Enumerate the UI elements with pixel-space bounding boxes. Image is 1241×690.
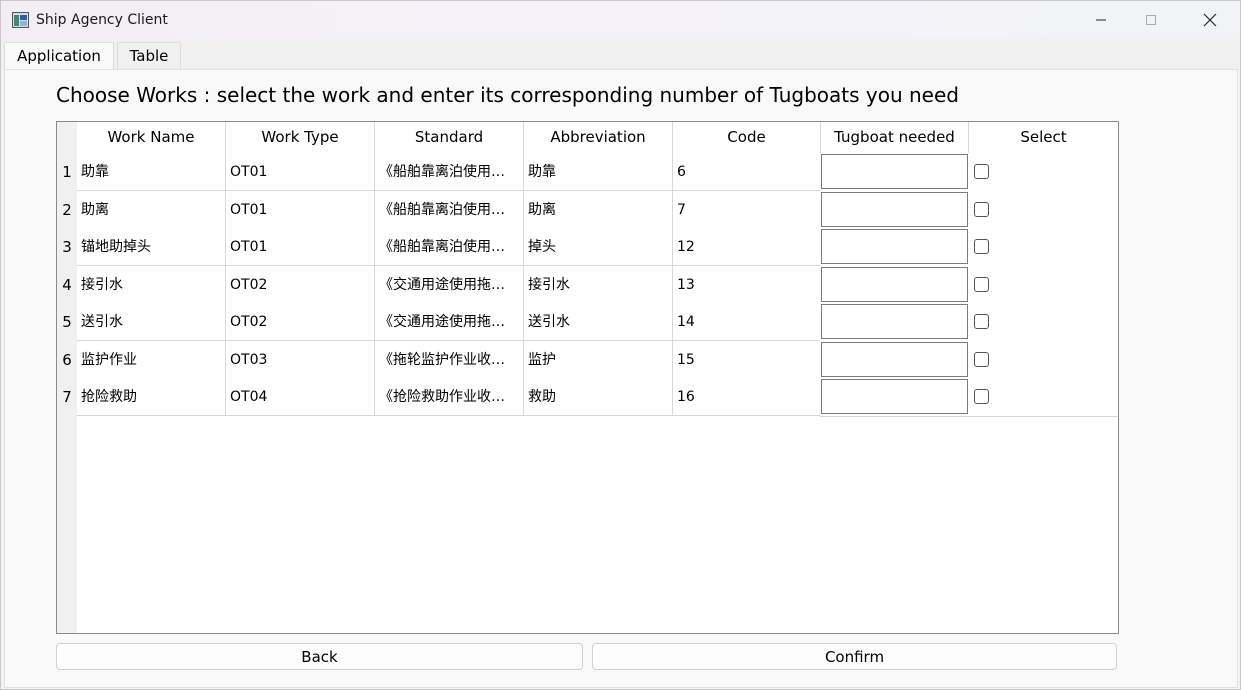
cell-abbreviation[interactable]: 监护 xyxy=(524,340,673,379)
minimize-button[interactable] xyxy=(1078,1,1124,39)
works-table[interactable]: Work Name Work Type Standard Abbreviatio… xyxy=(56,121,1119,634)
cell-work-name[interactable]: 助靠 xyxy=(77,153,226,191)
close-button[interactable] xyxy=(1187,1,1233,39)
cell-abbreviation[interactable]: 救助 xyxy=(524,378,673,416)
tab-table[interactable]: Table xyxy=(117,42,181,70)
cell-standard[interactable]: 《拖轮监护作业收… xyxy=(375,340,524,379)
content-panel: Choose Works : select the work and enter… xyxy=(4,69,1238,688)
cell-select xyxy=(969,190,1118,230)
cell-abbreviation[interactable]: 接引水 xyxy=(524,265,673,304)
cell-select xyxy=(969,228,1118,267)
confirm-button[interactable]: Confirm xyxy=(592,643,1117,670)
cell-work-type[interactable]: OT04 xyxy=(226,378,375,416)
tugboat-count-input[interactable] xyxy=(821,341,968,377)
row-number: 7 xyxy=(57,378,77,416)
cell-abbreviation[interactable]: 送引水 xyxy=(524,303,673,341)
cell-work-name[interactable]: 助离 xyxy=(77,190,226,229)
window-title: Ship Agency Client xyxy=(36,12,168,28)
select-checkbox[interactable] xyxy=(974,201,989,217)
select-checkbox[interactable] xyxy=(974,164,989,179)
tugboat-count-input[interactable] xyxy=(821,154,968,189)
row-number: 6 xyxy=(57,340,77,379)
tab-application[interactable]: Application xyxy=(4,42,114,70)
cell-work-name[interactable]: 送引水 xyxy=(77,303,226,341)
close-icon xyxy=(1203,13,1217,27)
cell-code[interactable]: 13 xyxy=(673,265,821,304)
cell-select xyxy=(969,153,1118,192)
table-row[interactable]: 2 助离 OT01 《船舶靠离泊使用… 助离 7 xyxy=(57,190,1118,230)
maximize-icon xyxy=(1146,15,1156,25)
select-checkbox[interactable] xyxy=(974,276,989,292)
page-heading: Choose Works : select the work and enter… xyxy=(56,83,959,107)
col-header-code[interactable]: Code xyxy=(673,122,821,153)
cell-code[interactable]: 12 xyxy=(673,228,821,266)
select-checkbox[interactable] xyxy=(974,314,989,329)
menu-bar: Application Table xyxy=(1,39,1240,70)
main-window: Ship Agency Client Application Table Cho… xyxy=(0,0,1241,690)
table-row[interactable]: 7 抢险救助 OT04 《抢险救助作业收… 救助 16 xyxy=(57,378,1118,417)
tugboat-count-input[interactable] xyxy=(821,191,968,227)
cell-work-type[interactable]: OT01 xyxy=(226,190,375,229)
app-icon xyxy=(12,12,29,28)
row-number: 4 xyxy=(57,265,77,304)
cell-standard[interactable]: 《抢险救助作业收… xyxy=(375,378,524,416)
select-checkbox[interactable] xyxy=(974,239,989,254)
cell-abbreviation[interactable]: 掉头 xyxy=(524,228,673,266)
cell-standard[interactable]: 《船舶靠离泊使用… xyxy=(375,190,524,229)
col-header-standard[interactable]: Standard xyxy=(375,122,524,153)
col-header-work-name[interactable]: Work Name xyxy=(77,122,226,153)
cell-abbreviation[interactable]: 助靠 xyxy=(524,153,673,191)
row-number: 2 xyxy=(57,190,77,229)
tugboat-count-input[interactable] xyxy=(821,304,968,339)
back-button[interactable]: Back xyxy=(56,643,583,670)
select-checkbox[interactable] xyxy=(974,389,989,404)
tugboat-count-input[interactable] xyxy=(821,379,968,414)
cell-standard[interactable]: 《船舶靠离泊使用… xyxy=(375,228,524,266)
cell-select xyxy=(969,265,1118,305)
col-header-abbreviation[interactable]: Abbreviation xyxy=(524,122,673,153)
col-header-tugboat-needed[interactable]: Tugboat needed xyxy=(821,122,969,153)
cell-abbreviation[interactable]: 助离 xyxy=(524,190,673,229)
cell-select xyxy=(969,303,1118,342)
cell-work-name[interactable]: 抢险救助 xyxy=(77,378,226,416)
maximize-button[interactable] xyxy=(1128,1,1174,39)
row-number: 1 xyxy=(57,153,77,191)
table-row[interactable]: 3 锚地助掉头 OT01 《船舶靠离泊使用… 掉头 12 xyxy=(57,228,1118,267)
title-bar: Ship Agency Client xyxy=(1,1,1240,39)
minimize-icon xyxy=(1096,19,1106,21)
cell-code[interactable]: 14 xyxy=(673,303,821,341)
cell-work-type[interactable]: OT02 xyxy=(226,303,375,341)
cell-code[interactable]: 15 xyxy=(673,340,821,379)
row-number: 5 xyxy=(57,303,77,341)
table-row[interactable]: 4 接引水 OT02 《交通用途使用拖… 接引水 13 xyxy=(57,265,1118,305)
cell-standard[interactable]: 《船舶靠离泊使用… xyxy=(375,153,524,191)
select-checkbox[interactable] xyxy=(974,351,989,367)
cell-work-type[interactable]: OT01 xyxy=(226,153,375,191)
cell-work-type[interactable]: OT01 xyxy=(226,228,375,266)
row-number: 3 xyxy=(57,228,77,266)
col-header-select[interactable]: Select xyxy=(969,122,1118,153)
cell-work-name[interactable]: 监护作业 xyxy=(77,340,226,379)
cell-select xyxy=(969,378,1118,417)
cell-select xyxy=(969,340,1118,380)
tugboat-count-input[interactable] xyxy=(821,266,968,302)
table-row[interactable]: 1 助靠 OT01 《船舶靠离泊使用… 助靠 6 xyxy=(57,153,1118,192)
cell-work-type[interactable]: OT03 xyxy=(226,340,375,379)
table-row[interactable]: 5 送引水 OT02 《交通用途使用拖… 送引水 14 xyxy=(57,303,1118,342)
cell-code[interactable]: 6 xyxy=(673,153,821,191)
table-row[interactable]: 6 监护作业 OT03 《拖轮监护作业收… 监护 15 xyxy=(57,340,1118,380)
cell-code[interactable]: 7 xyxy=(673,190,821,229)
cell-work-name[interactable]: 接引水 xyxy=(77,265,226,304)
cell-work-type[interactable]: OT02 xyxy=(226,265,375,304)
col-header-work-type[interactable]: Work Type xyxy=(226,122,375,153)
tugboat-count-input[interactable] xyxy=(821,229,968,264)
cell-work-name[interactable]: 锚地助掉头 xyxy=(77,228,226,266)
cell-standard[interactable]: 《交通用途使用拖… xyxy=(375,303,524,341)
cell-code[interactable]: 16 xyxy=(673,378,821,416)
cell-standard[interactable]: 《交通用途使用拖… xyxy=(375,265,524,304)
